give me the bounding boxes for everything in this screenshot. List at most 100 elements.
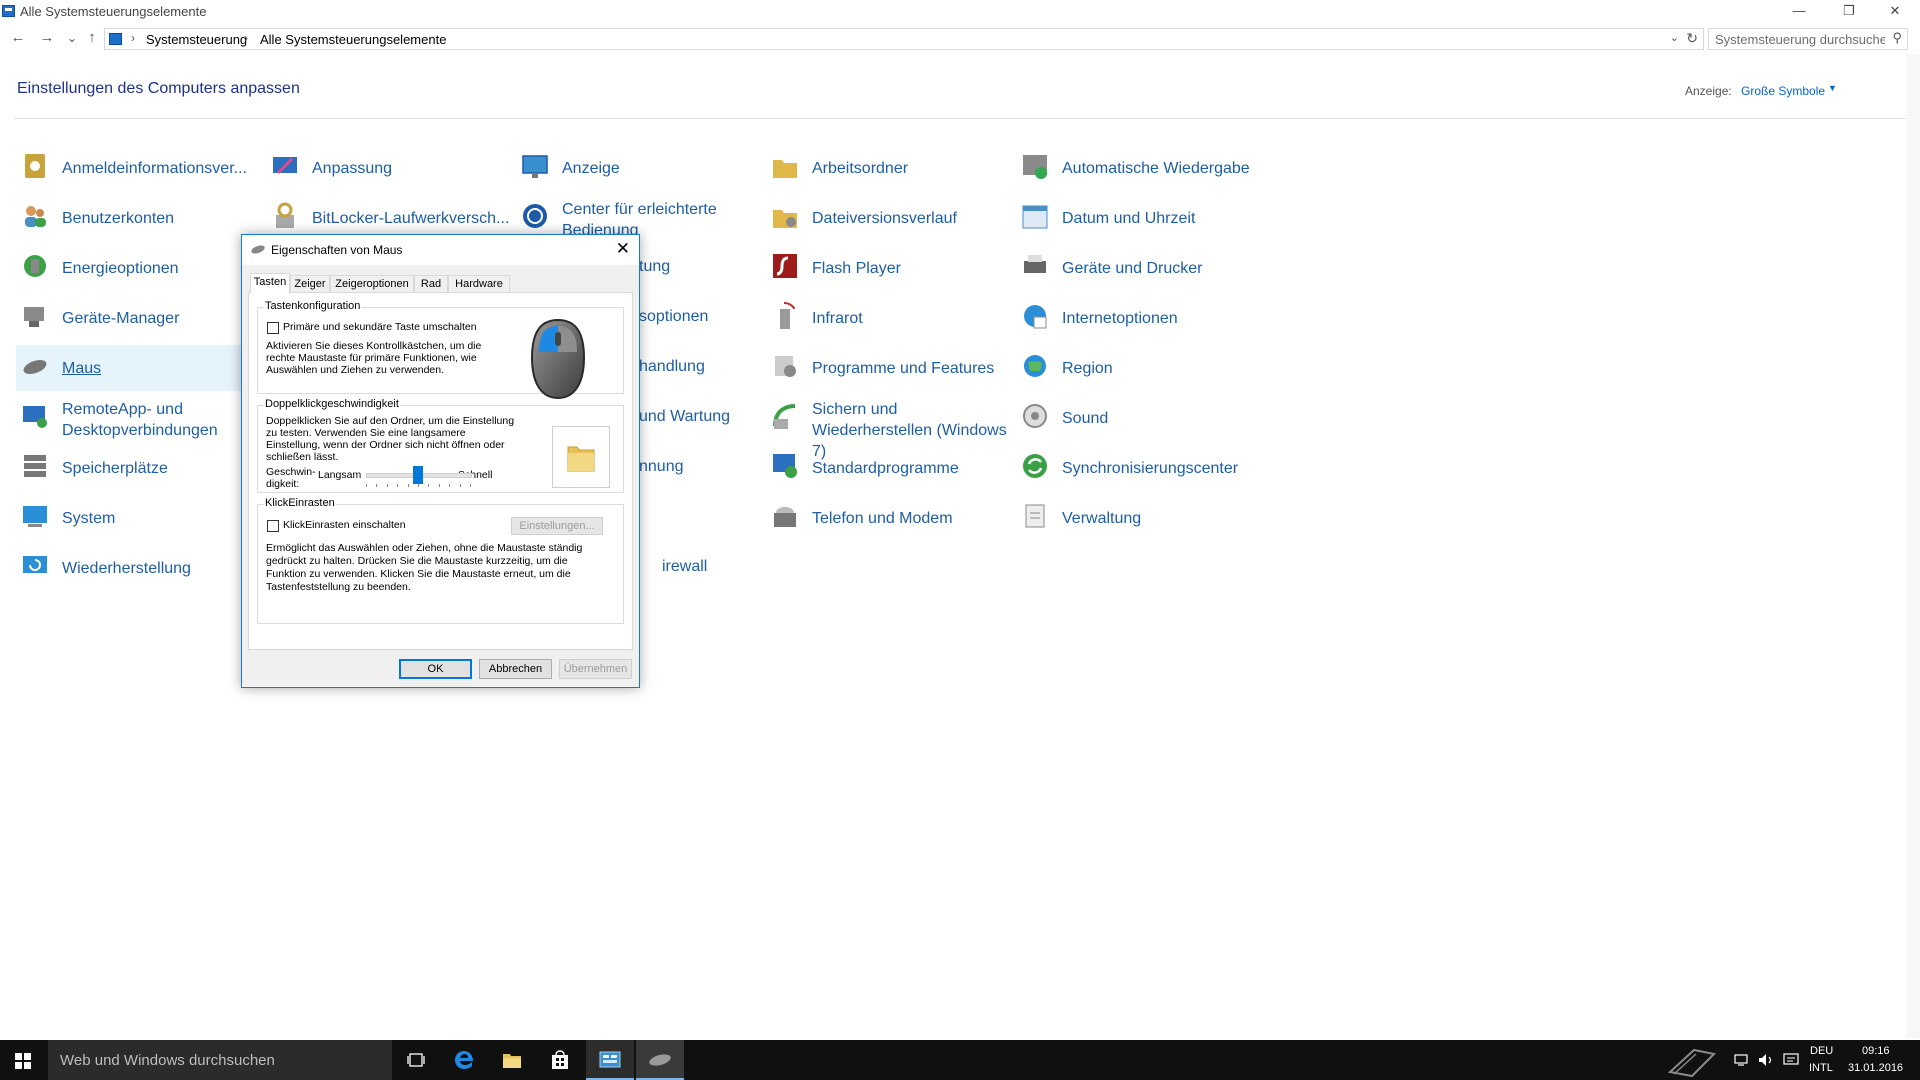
- cp-item-label-fragment[interactable]: nnung: [639, 458, 684, 476]
- cp-item-system[interactable]: System: [16, 495, 256, 541]
- cp-item-label[interactable]: BitLocker-Laufwerkversch...: [312, 208, 509, 229]
- cp-item-label[interactable]: Anzeige: [562, 158, 620, 179]
- cp-item-label-fragment[interactable]: tung: [639, 258, 670, 276]
- cp-item-label-fragment[interactable]: soptionen: [639, 308, 708, 326]
- tab-zeigeroptionen[interactable]: Zeigeroptionen: [330, 275, 414, 293]
- cp-item-remoteapp[interactable]: RemoteApp- und Desktopverbindungen: [16, 395, 256, 441]
- tab-zeiger[interactable]: Zeiger: [290, 275, 330, 293]
- apply-button[interactable]: Übernehmen: [559, 659, 632, 679]
- cp-item-label[interactable]: Geräte-Manager: [62, 308, 179, 329]
- forward-arrow-icon[interactable]: →: [38, 29, 56, 47]
- cancel-button[interactable]: Abbrechen: [479, 659, 552, 679]
- cp-item-display[interactable]: Anzeige: [516, 145, 756, 191]
- cp-item-programs-features[interactable]: Programme und Features: [766, 345, 1006, 391]
- breadcrumb-systemsteuerung[interactable]: Systemsteuerung: [146, 32, 247, 47]
- store-taskbar-button[interactable]: [536, 1040, 584, 1080]
- cp-item-storage-spaces[interactable]: Speicherplätze: [16, 445, 256, 491]
- action-center-icon[interactable]: [1783, 1053, 1799, 1067]
- breadcrumb-all-items[interactable]: Alle Systemsteuerungselemente: [260, 32, 446, 47]
- cp-item-label[interactable]: Anmeldeinformationsver...: [62, 158, 247, 179]
- click-lock-checkbox[interactable]: [267, 520, 279, 532]
- cp-item-infrared[interactable]: Infrarot: [766, 295, 1006, 341]
- switch-buttons-label[interactable]: Primäre und sekundäre Taste umschalten: [283, 321, 477, 334]
- cp-item-label[interactable]: Internetoptionen: [1062, 308, 1178, 329]
- cp-item-label[interactable]: Arbeitsordner: [812, 158, 908, 179]
- cp-item-internet-options[interactable]: Internetoptionen: [1016, 295, 1256, 341]
- volume-icon[interactable]: [1758, 1053, 1774, 1067]
- search-input[interactable]: [1715, 31, 1885, 47]
- cp-item-label[interactable]: Speicherplätze: [62, 458, 168, 479]
- cp-item-label[interactable]: Sound: [1062, 408, 1108, 429]
- cp-item-recovery[interactable]: Wiederherstellung: [16, 545, 256, 591]
- view-mode-dropdown[interactable]: Große Symbole: [1741, 84, 1825, 98]
- network-icon[interactable]: [1734, 1054, 1748, 1066]
- dropdown-caret-icon[interactable]: ▼: [1828, 83, 1837, 93]
- input-language-top[interactable]: DEU: [1810, 1045, 1833, 1057]
- folder-icon[interactable]: [566, 441, 596, 473]
- cp-item-label-fragment[interactable]: und Wartung: [639, 408, 730, 426]
- restore-button[interactable]: ❐: [1826, 0, 1872, 22]
- recent-locations-chevron-icon[interactable]: ⌄: [63, 29, 81, 47]
- cp-item-power-options[interactable]: Energieoptionen: [16, 245, 256, 291]
- windows-start-icon[interactable]: [15, 1053, 31, 1069]
- cp-item-phone-modem[interactable]: Telefon und Modem: [766, 495, 1006, 541]
- cp-item-flash-player[interactable]: Flash Player: [766, 245, 1006, 291]
- cp-item-mouse[interactable]: Maus: [16, 345, 256, 391]
- search-icon[interactable]: ⚲: [1892, 30, 1902, 46]
- cp-item-label[interactable]: RemoteApp- und Desktopverbindungen: [62, 399, 262, 441]
- click-lock-label[interactable]: KlickEinrasten einschalten: [283, 519, 406, 532]
- refresh-icon[interactable]: ↻: [1686, 30, 1698, 47]
- scrollbar[interactable]: [1906, 54, 1920, 1038]
- cp-item-date-time[interactable]: Datum und Uhrzeit: [1016, 195, 1256, 241]
- cp-item-label[interactable]: Telefon und Modem: [812, 508, 953, 529]
- cp-item-file-history[interactable]: Dateiversionsverlauf: [766, 195, 1006, 241]
- cp-item-label[interactable]: Verwaltung: [1062, 508, 1141, 529]
- cp-item-sync-center[interactable]: Synchronisierungscenter: [1016, 445, 1256, 491]
- mouse-properties-taskbar-button[interactable]: [636, 1040, 684, 1080]
- cp-item-label[interactable]: Benutzerkonten: [62, 208, 174, 229]
- search-box[interactable]: ⚲: [1708, 28, 1908, 50]
- ok-button[interactable]: OK: [399, 659, 472, 679]
- minimize-button[interactable]: —: [1776, 0, 1822, 22]
- switch-buttons-checkbox[interactable]: [267, 322, 279, 334]
- cp-item-device-manager[interactable]: Geräte-Manager: [16, 295, 256, 341]
- input-language-bottom[interactable]: INTL: [1809, 1062, 1833, 1074]
- clock-date[interactable]: 31.01.2016: [1848, 1062, 1903, 1074]
- cp-item-label[interactable]: Infrarot: [812, 308, 863, 329]
- control-panel-taskbar-button[interactable]: [586, 1040, 634, 1080]
- slider-thumb[interactable]: [413, 466, 423, 484]
- cp-item-label[interactable]: Programme und Features: [812, 358, 994, 379]
- tab-tasten[interactable]: Tasten: [250, 273, 290, 294]
- task-view-button[interactable]: [392, 1040, 440, 1080]
- cp-item-credential-vault[interactable]: Anmeldeinformationsver...: [16, 145, 256, 191]
- cp-item-label[interactable]: Synchronisierungscenter: [1062, 458, 1238, 479]
- taskbar-search-placeholder[interactable]: Web und Windows durchsuchen: [60, 1052, 275, 1069]
- cp-item-region[interactable]: Region: [1016, 345, 1256, 391]
- cp-item-label[interactable]: Dateiversionsverlauf: [812, 208, 957, 229]
- cp-item-administrative-tools[interactable]: Verwaltung: [1016, 495, 1256, 541]
- cp-item-label-fragment[interactable]: handlung: [639, 358, 705, 376]
- cp-item-label[interactable]: Wiederherstellung: [62, 558, 191, 579]
- cp-item-label[interactable]: Region: [1062, 358, 1113, 379]
- cp-item-backup-restore[interactable]: Sichern und Wiederherstellen (Windows 7): [766, 395, 1007, 460]
- close-button[interactable]: ✕: [1872, 0, 1918, 22]
- cp-item-user-accounts[interactable]: Benutzerkonten: [16, 195, 256, 241]
- address-dropdown-icon[interactable]: ⌄: [1670, 31, 1679, 44]
- cp-item-autoplay[interactable]: Automatische Wiedergabe: [1016, 145, 1256, 191]
- clock-time[interactable]: 09:16: [1862, 1045, 1890, 1057]
- cp-item-label[interactable]: Geräte und Drucker: [1062, 258, 1203, 279]
- up-arrow-icon[interactable]: ↑: [83, 29, 101, 47]
- cp-item-label[interactable]: Anpassung: [312, 158, 392, 179]
- dialog-close-icon[interactable]: ✕: [616, 239, 630, 259]
- back-arrow-icon[interactable]: ←: [9, 29, 27, 47]
- cp-item-label[interactable]: Automatische Wiedergabe: [1062, 158, 1250, 179]
- cp-item-label[interactable]: Flash Player: [812, 258, 901, 279]
- cp-item-devices-printers[interactable]: Geräte und Drucker: [1016, 245, 1256, 291]
- cp-item-label[interactable]: System: [62, 508, 115, 529]
- cp-item-personalization[interactable]: Anpassung: [266, 145, 506, 191]
- cp-item-default-programs[interactable]: Standardprogramme: [766, 445, 1006, 491]
- cp-item-work-folders[interactable]: Arbeitsordner: [766, 145, 1006, 191]
- double-click-speed-slider[interactable]: [366, 466, 472, 490]
- cp-item-sound[interactable]: Sound: [1016, 395, 1256, 441]
- tab-hardware[interactable]: Hardware: [448, 275, 510, 293]
